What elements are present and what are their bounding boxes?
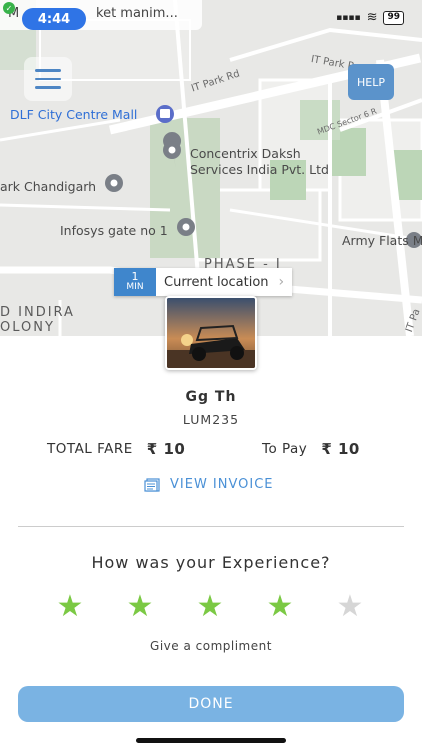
current-location-text-wrap: Current location › — [156, 268, 292, 296]
vehicle-number: LUM235 — [182, 412, 240, 427]
hamburger-icon-bar — [35, 77, 61, 81]
rating-question: How was your Experience? — [91, 553, 331, 572]
eta-badge: 1 MIN — [114, 268, 156, 296]
to-pay-label: To Pay — [262, 441, 308, 457]
total-fare-label: TOTAL FARE — [47, 441, 133, 457]
check-icon: ✓ — [3, 2, 15, 14]
invoice-icon — [144, 477, 160, 492]
rating-stars: ★ ★ ★ ★ ★ — [0, 590, 422, 624]
signal-icon: ▪▪▪▪ — [336, 12, 361, 23]
poi-label-army-flats: Army Flats M — [342, 233, 422, 248]
home-indicator — [136, 738, 286, 743]
eta-unit: MIN — [126, 282, 144, 292]
to-pay-value: ₹ 10 — [321, 440, 360, 458]
poi-label-mall: DLF City Centre Mall — [10, 107, 138, 122]
poi-label-chandigarh: ark Chandigarh — [0, 179, 97, 194]
driver-name: Gg Th — [185, 389, 237, 405]
status-icons: ▪▪▪▪ ≋ 99 — [336, 10, 404, 25]
map-view[interactable]: DLF City Centre Mall Concentrix Daksh Se… — [0, 0, 422, 336]
star-1-icon[interactable]: ★ — [53, 590, 87, 624]
area-label-indira-line2: OLONY — [0, 320, 55, 335]
battery-icon: 99 — [383, 10, 404, 25]
poi-label-infosys: Infosys gate no 1 — [60, 223, 168, 238]
banner-text: ket manim... — [96, 6, 178, 21]
total-fare-row: TOTAL FARE ₹ 10 — [47, 440, 185, 458]
give-compliment-link[interactable]: Give a compliment — [0, 639, 422, 653]
view-invoice-link[interactable]: VIEW INVOICE — [144, 477, 274, 492]
eta-value: 1 — [131, 270, 139, 283]
view-invoice-label: VIEW INVOICE — [170, 477, 274, 492]
poi-label-concentrix-line2: Services India Pvt. Ltd — [190, 162, 329, 177]
divider — [18, 526, 404, 527]
star-5-icon[interactable]: ★ — [333, 590, 367, 624]
done-button[interactable]: DONE — [18, 686, 404, 722]
help-button[interactable]: HELP — [348, 64, 394, 100]
current-location-label: Current location — [164, 274, 269, 290]
hamburger-icon — [35, 69, 61, 72]
star-4-icon[interactable]: ★ — [263, 590, 297, 624]
current-location-pill[interactable]: 1 MIN Current location › — [114, 268, 293, 296]
status-time: 4:44 — [22, 8, 86, 30]
total-fare-value: ₹ 10 — [146, 440, 186, 458]
star-2-icon[interactable]: ★ — [123, 590, 157, 624]
wifi-icon: ≋ — [366, 10, 378, 25]
chevron-right-icon: › — [278, 274, 285, 290]
menu-button[interactable] — [24, 57, 72, 101]
area-label-indira: D INDIRA — [0, 305, 75, 320]
driver-photo — [165, 296, 257, 370]
poi-label-concentrix: Concentrix Daksh — [190, 146, 301, 161]
to-pay-row: To Pay ₹ 10 — [262, 440, 360, 458]
hamburger-icon-bar — [35, 86, 61, 89]
star-3-icon[interactable]: ★ — [193, 590, 227, 624]
